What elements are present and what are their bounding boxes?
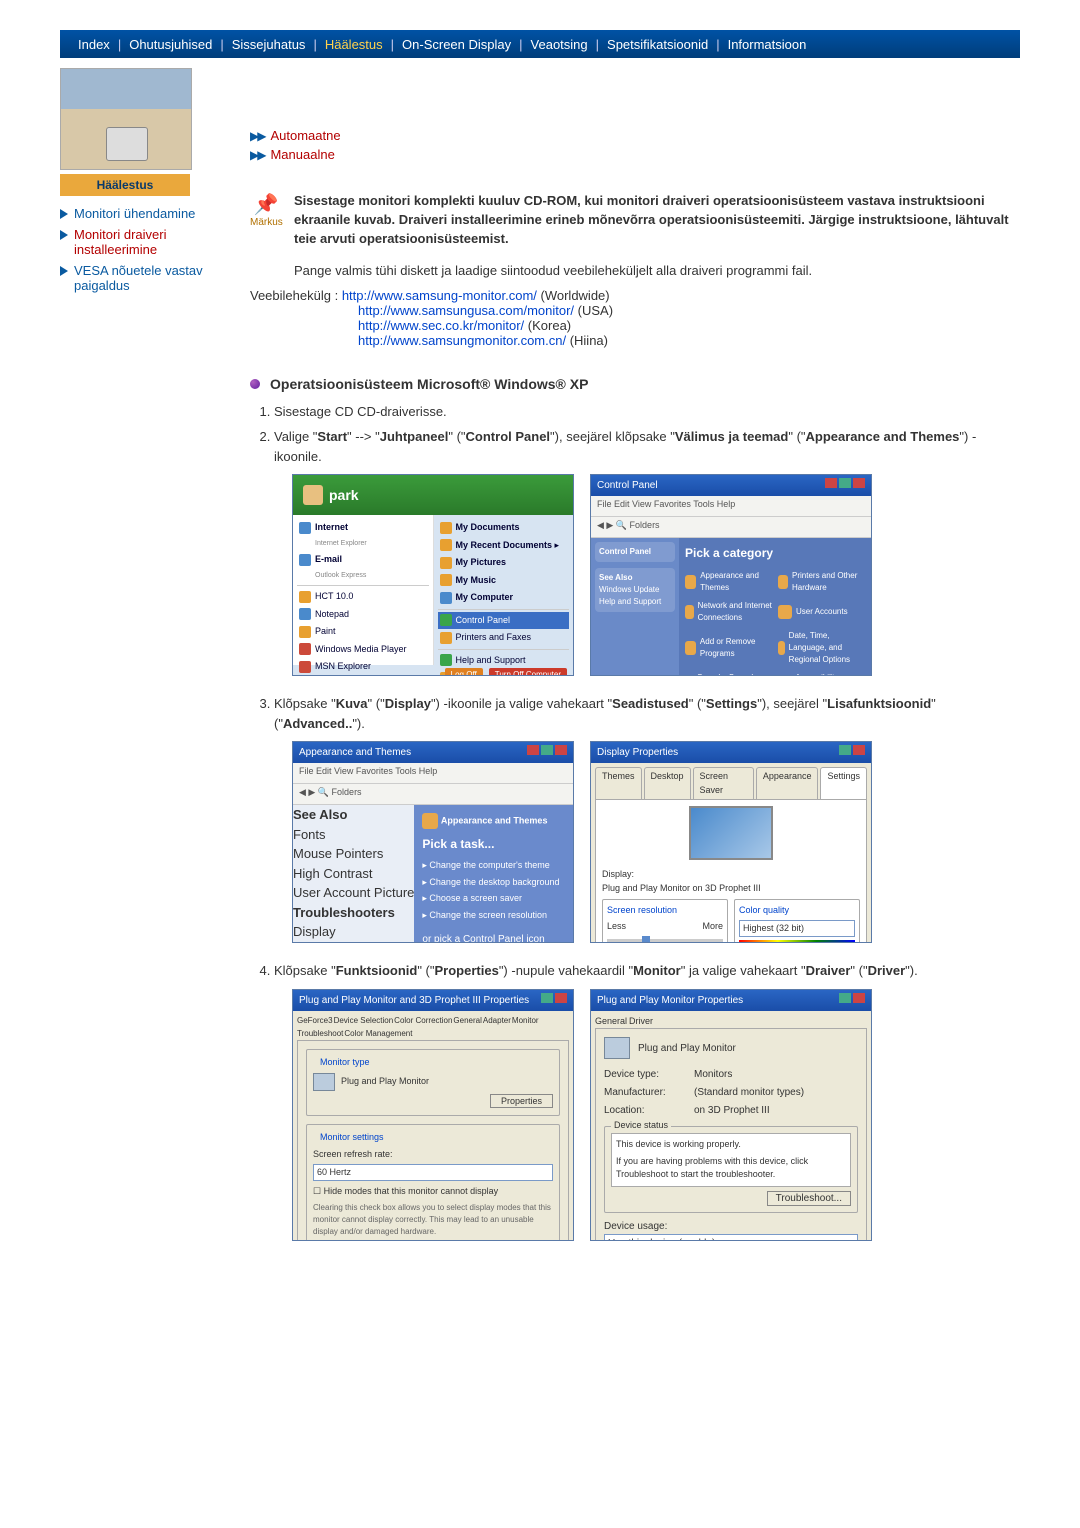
section-thumbnail bbox=[60, 68, 192, 170]
nav-specs[interactable]: Spetsifikatsioonid bbox=[599, 37, 716, 52]
mode-manual[interactable]: ▶▶ Manuaalne bbox=[250, 147, 1020, 162]
bullet-icon bbox=[250, 379, 260, 389]
pushpin-icon: 📌 bbox=[250, 192, 282, 217]
weblink-label: Veebilehekülg : bbox=[250, 288, 338, 303]
screenshot-row: park Internet Internet Explorer E-mail O… bbox=[292, 474, 1020, 676]
weblink[interactable]: http://www.samsung-monitor.com/ bbox=[342, 288, 537, 303]
sidebar-item-label: Monitori ühendamine bbox=[74, 206, 195, 221]
os-heading-row: Operatsioonisüsteem Microsoft® Windows® … bbox=[250, 376, 1020, 392]
screenshot-monitor-properties: Plug and Play Monitor and 3D Prophet III… bbox=[292, 989, 574, 1241]
nav-index[interactable]: Index bbox=[70, 37, 118, 52]
nav-intro[interactable]: Sissejuhatus bbox=[224, 37, 314, 52]
note-block: 📌 Märkus Sisestage monitori komplekti ku… bbox=[250, 192, 1020, 249]
weblink[interactable]: http://www.samsungmonitor.com.cn/ bbox=[358, 333, 566, 348]
note-icon: 📌 Märkus bbox=[250, 192, 282, 228]
weblinks-block: Veebilehekülg : http://www.samsung-monit… bbox=[250, 288, 1020, 348]
nav-osd[interactable]: On-Screen Display bbox=[394, 37, 519, 52]
content-area: ▶▶ Automaatne ▶▶ Manuaalne 📌 Märkus Sise… bbox=[250, 68, 1020, 1259]
weblink-suffix: (Worldwide) bbox=[537, 288, 610, 303]
weblink-suffix: (USA) bbox=[574, 303, 613, 318]
sidebar-item-vesa[interactable]: VESA nõuetele vastav paigaldus bbox=[60, 263, 230, 293]
triangle-icon bbox=[60, 266, 68, 276]
top-nav: Index| Ohutusjuhised| Sissejuhatus| Hääl… bbox=[60, 30, 1020, 58]
sidebar: Häälestus Monitori ühendamine Monitori d… bbox=[60, 68, 230, 1259]
nav-info[interactable]: Informatsioon bbox=[720, 37, 815, 52]
weblink[interactable]: http://www.sec.co.kr/monitor/ bbox=[358, 318, 524, 333]
nav-trouble[interactable]: Veaotsing bbox=[523, 37, 596, 52]
triangle-icon bbox=[60, 230, 68, 240]
sidebar-item-driver[interactable]: Monitori draiveri installeerimine bbox=[60, 227, 230, 257]
note-text: Sisestage monitori komplekti kuuluv CD-R… bbox=[294, 192, 1020, 249]
screenshot-pnp-properties: Plug and Play Monitor Properties General… bbox=[590, 989, 872, 1241]
screenshot-display-properties: Display Properties Themes Desktop Screen… bbox=[590, 741, 872, 943]
steps-list: Sisestage CD CD-draiverisse. Valige "Sta… bbox=[274, 402, 1020, 1241]
mode-link-label: Manuaalne bbox=[270, 147, 334, 162]
screenshot-row: Plug and Play Monitor and 3D Prophet III… bbox=[292, 989, 1020, 1241]
step-2: Valige "Start" --> "Juhtpaneel" ("Contro… bbox=[274, 427, 1020, 676]
os-heading: Operatsioonisüsteem Microsoft® Windows® … bbox=[270, 376, 588, 392]
step-3: Klõpsake "Kuva" ("Display") -ikoonile ja… bbox=[274, 694, 1020, 943]
section-title: Häälestus bbox=[60, 174, 190, 196]
nav-setup[interactable]: Häälestus bbox=[317, 37, 391, 52]
screenshot-control-panel: Control Panel File Edit View Favorites T… bbox=[590, 474, 872, 676]
fastforward-icon: ▶▶ bbox=[250, 129, 264, 143]
weblink[interactable]: http://www.samsungusa.com/monitor/ bbox=[358, 303, 574, 318]
sidebar-item-connect[interactable]: Monitori ühendamine bbox=[60, 206, 230, 221]
screenshot-row: Appearance and Themes File Edit View Fav… bbox=[292, 741, 1020, 943]
mode-link-label: Automaatne bbox=[270, 128, 340, 143]
sidebar-item-label: Monitori draiveri installeerimine bbox=[74, 227, 230, 257]
step-4: Klõpsake "Funktsioonid" ("Properties") -… bbox=[274, 961, 1020, 1241]
prep-text: Pange valmis tühi diskett ja laadige sii… bbox=[294, 263, 1020, 278]
step-1: Sisestage CD CD-draiverisse. bbox=[274, 402, 1020, 422]
screenshot-start-menu: park Internet Internet Explorer E-mail O… bbox=[292, 474, 574, 676]
nav-safety[interactable]: Ohutusjuhised bbox=[121, 37, 220, 52]
sidebar-item-label: VESA nõuetele vastav paigaldus bbox=[74, 263, 230, 293]
weblink-suffix: (Hiina) bbox=[566, 333, 608, 348]
screenshot-appearance-themes: Appearance and Themes File Edit View Fav… bbox=[292, 741, 574, 943]
note-icon-label: Märkus bbox=[250, 217, 282, 228]
weblink-suffix: (Korea) bbox=[524, 318, 571, 333]
triangle-icon bbox=[60, 209, 68, 219]
fastforward-icon: ▶▶ bbox=[250, 148, 264, 162]
mode-automatic[interactable]: ▶▶ Automaatne bbox=[250, 128, 1020, 143]
